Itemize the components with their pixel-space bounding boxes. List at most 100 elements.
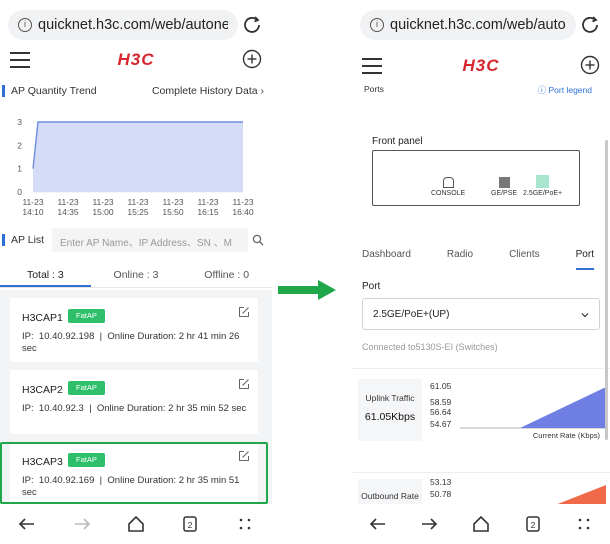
add-icon[interactable] <box>580 55 600 75</box>
section-marker <box>2 85 5 97</box>
highlight-box <box>0 442 268 504</box>
reload-icon[interactable] <box>580 14 600 34</box>
y-tick-label: 1 <box>17 164 22 174</box>
more-icon[interactable] <box>574 514 594 534</box>
ap-list-title-wrap: AP List <box>0 228 44 252</box>
port-select-value: 2.5GE/PoE+(UP) <box>373 309 450 320</box>
url-text: quicknet.h3c.com/web/autonet/in <box>390 17 566 33</box>
uplink-area <box>520 387 606 428</box>
address-bar[interactable]: i quicknet.h3c.com/web/autonet/in <box>8 10 238 40</box>
front-panel: CONSOLE GE/PSE 2.5GE/PoE+ <box>372 150 580 206</box>
outbound-chart <box>550 485 606 507</box>
x-tick-date: 11-23 <box>92 197 113 207</box>
transition-arrow-icon <box>278 280 336 300</box>
app-header: H3C <box>352 52 610 82</box>
section-marker <box>2 234 5 246</box>
trend-area <box>33 122 243 192</box>
more-icon[interactable] <box>235 514 255 534</box>
uplink-tick: 58.59 <box>430 397 452 407</box>
x-tick-date: 11-23 <box>197 197 218 207</box>
duration-label: Online Duration: <box>107 331 177 342</box>
info-icon[interactable]: i <box>370 18 384 32</box>
ip-label: IP: <box>22 403 34 414</box>
tab-clients[interactable]: Clients <box>509 246 540 270</box>
tab-radio[interactable]: Radio <box>447 246 473 270</box>
info-icon[interactable]: i <box>18 18 32 32</box>
ap-trend-title: AP Quantity Trend <box>11 85 97 97</box>
forward-icon[interactable] <box>72 514 92 534</box>
tab-online[interactable]: Online : 3 <box>91 262 182 287</box>
add-icon[interactable] <box>242 49 262 69</box>
list-item[interactable]: H3CAP2 FatAP IP: 10.40.92.3 | Online Dur… <box>10 370 258 434</box>
ap-list-title: AP List <box>11 234 45 246</box>
poe-port-icon <box>536 175 550 188</box>
x-tick-time: 14:35 <box>57 207 79 217</box>
x-tick-date: 11-23 <box>57 197 78 207</box>
x-tick-date: 11-23 <box>22 197 43 207</box>
uplink-tick: 61.05 <box>430 381 452 391</box>
console-port-icon <box>442 177 454 188</box>
ge-pse-port-icon <box>498 177 510 188</box>
ap-info: IP: 10.40.92.198 | Online Duration: 2 hr… <box>22 331 240 354</box>
port-select-label: Port <box>362 281 381 292</box>
current-rate-caption: Current Rate (Kbps) <box>532 431 600 440</box>
outbound-tick: 53.13 <box>430 477 452 487</box>
tab-dashboard[interactable]: Dashboard <box>362 246 411 270</box>
x-tick-time: 16:40 <box>232 207 254 217</box>
tabs-icon[interactable]: 2 <box>180 514 200 534</box>
list-item[interactable]: H3CAP1 FatAP IP: 10.40.92.198 | Online D… <box>10 298 258 362</box>
menu-icon[interactable] <box>10 52 30 68</box>
ports-header: Ports ⓘ Port legend <box>364 84 592 98</box>
tab-count: 2 <box>530 520 535 530</box>
history-data-link[interactable]: Complete History Data › <box>152 85 264 97</box>
url-text: quicknet.h3c.com/web/autonet/in <box>38 17 228 33</box>
y-tick-label: 2 <box>17 140 22 150</box>
connected-to-text: Connected to5130S-EI (Switches) <box>362 342 498 352</box>
x-tick-time: 14:10 <box>22 207 44 217</box>
home-icon[interactable] <box>471 514 491 534</box>
ap-name: H3CAP1 <box>22 312 63 324</box>
home-icon[interactable] <box>126 514 146 534</box>
back-icon[interactable] <box>368 514 388 534</box>
uplink-tick: 56.64 <box>430 407 452 417</box>
ap-search-input[interactable]: Enter AP Name、IP Address、SN 、M <box>52 228 248 252</box>
reload-icon[interactable] <box>242 14 262 34</box>
uplink-label: Uplink Traffic <box>365 393 415 403</box>
ge-pse-port[interactable]: GE/PSE <box>491 177 517 197</box>
edit-icon[interactable] <box>238 378 250 390</box>
browser-bottom-nav: 2 <box>352 504 610 544</box>
right-phone-screen: i quicknet.h3c.com/web/autonet/in H3C Po… <box>352 0 610 544</box>
front-panel-title: Front panel <box>372 136 423 147</box>
port-legend-link[interactable]: ⓘ Port legend <box>538 84 592 96</box>
scrollbar[interactable] <box>605 140 608 440</box>
ap-trend-svg: 321011-2314:1011-2314:3511-2315:0011-231… <box>17 117 254 217</box>
chevron-down-icon <box>581 313 589 318</box>
x-tick-date: 11-23 <box>232 197 253 207</box>
search-placeholder: Enter AP Name、IP Address、SN 、M <box>60 238 232 249</box>
app-header: H3C <box>0 46 272 76</box>
tab-port[interactable]: Port <box>575 246 594 270</box>
ap-type-badge: FatAP <box>68 309 105 323</box>
x-tick-time: 16:15 <box>197 207 219 217</box>
search-icon[interactable] <box>252 234 264 246</box>
port-select[interactable]: 2.5GE/PoE+(UP) <box>362 298 600 330</box>
forward-icon[interactable] <box>419 514 439 534</box>
back-icon[interactable] <box>17 514 37 534</box>
console-port[interactable]: CONSOLE <box>431 177 465 197</box>
tabs-icon[interactable]: 2 <box>523 514 543 534</box>
history-data-label: Complete History Data <box>151 85 258 97</box>
uplink-value: 61.05Kbps <box>364 411 416 423</box>
edit-icon[interactable] <box>238 306 250 318</box>
poe-port[interactable]: 2.5GE/PoE+ <box>523 175 562 197</box>
uplink-summary: Uplink Traffic 61.05Kbps <box>358 379 422 441</box>
x-tick-date: 11-23 <box>127 197 148 207</box>
menu-icon[interactable] <box>362 58 382 74</box>
tab-total[interactable]: Total : 3 <box>0 262 91 287</box>
h3c-logo: H3C <box>117 50 155 69</box>
tab-offline[interactable]: Offline : 0 <box>181 262 272 287</box>
address-bar[interactable]: i quicknet.h3c.com/web/autonet/in <box>360 10 576 40</box>
uplink-chart <box>460 387 606 429</box>
h3c-logo: H3C <box>462 56 500 75</box>
ip-value: 10.40.92.198 <box>38 331 95 342</box>
x-tick-time: 15:00 <box>92 207 114 217</box>
